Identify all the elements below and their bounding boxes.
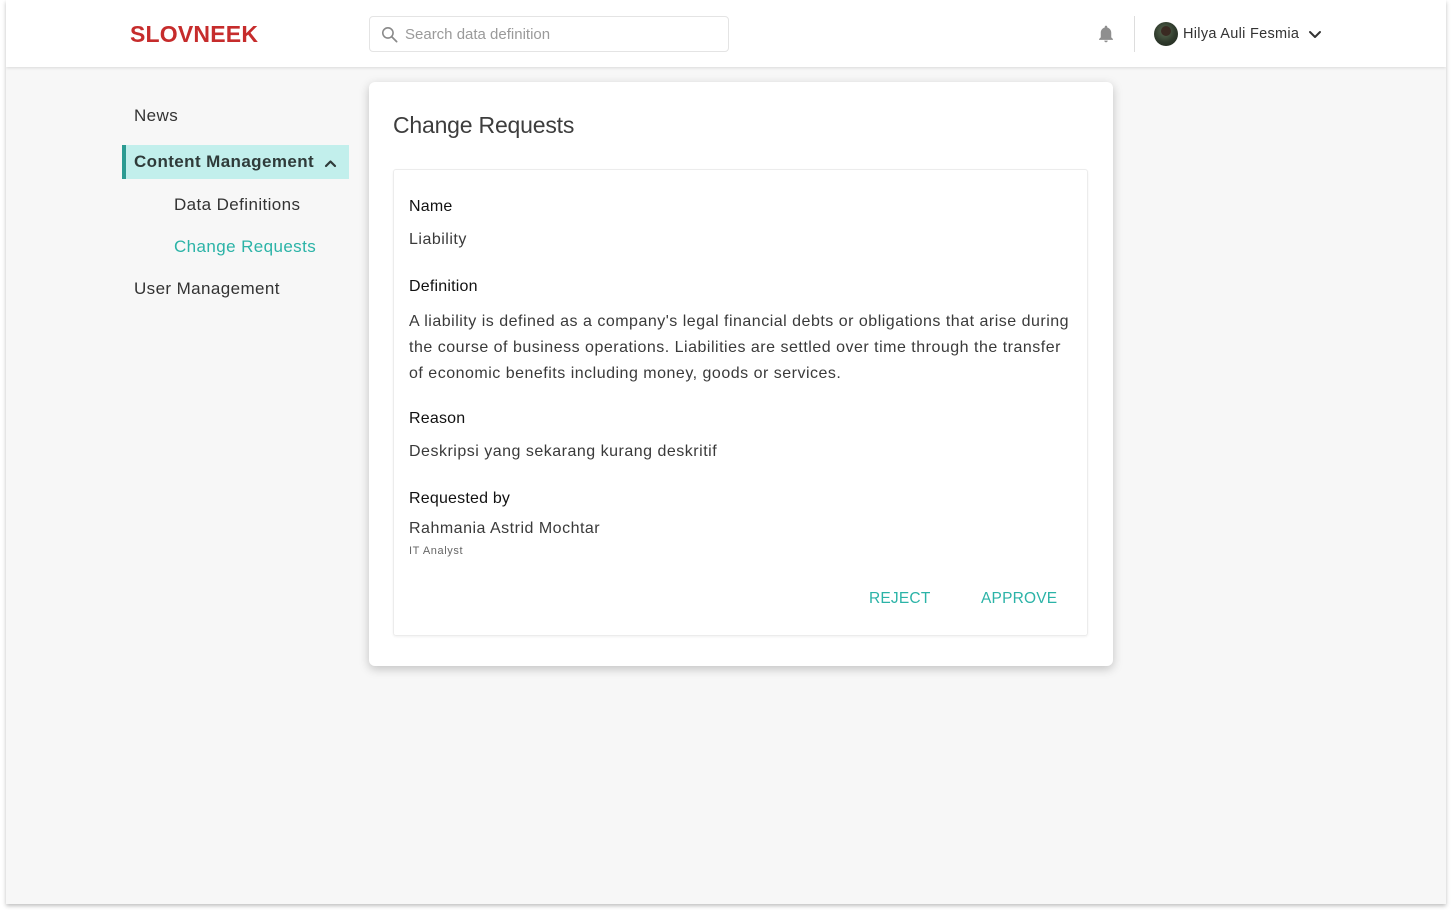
sidebar-item-content-management[interactable]: Content Management — [122, 145, 349, 179]
sidebar-item-change-requests[interactable]: Change Requests — [174, 237, 316, 257]
change-request-detail: Name Liability Definition A liability is… — [393, 169, 1088, 636]
definition-label: Definition — [409, 278, 478, 295]
name-value: Liability — [409, 231, 467, 248]
reason-label: Reason — [409, 410, 466, 427]
chevron-down-icon[interactable] — [1308, 30, 1322, 40]
app-window: SLOVNEEK Hilya Auli Fesmia News Content … — [6, 0, 1446, 904]
user-name: Hilya Auli Fesmia — [1183, 26, 1300, 42]
requested-by-role: IT Analyst — [409, 545, 464, 557]
avatar — [1154, 22, 1178, 46]
search-input[interactable] — [405, 25, 705, 43]
search-box[interactable] — [369, 16, 729, 52]
header-divider — [1134, 16, 1135, 52]
search-icon — [381, 26, 398, 42]
page-title: Change Requests — [393, 112, 575, 138]
sidebar-item-data-definitions[interactable]: Data Definitions — [174, 195, 300, 215]
bell-icon[interactable] — [1096, 24, 1116, 44]
reject-button[interactable]: REJECT — [869, 590, 930, 608]
approve-button[interactable]: APPROVE — [981, 590, 1057, 608]
definition-value: A liability is defined as a company's le… — [409, 313, 1070, 382]
sidebar-item-news[interactable]: News — [134, 106, 178, 126]
top-bar: SLOVNEEK Hilya Auli Fesmia — [6, 0, 1446, 67]
user-menu[interactable]: Hilya Auli Fesmia — [1154, 22, 1322, 46]
logo[interactable]: SLOVNEEK — [130, 21, 258, 48]
change-request-card: Change Requests Name Liability Definitio… — [369, 82, 1113, 666]
name-label: Name — [409, 198, 453, 215]
sidebar-item-user-management[interactable]: User Management — [134, 279, 280, 299]
requested-by-label: Requested by — [409, 490, 511, 507]
reason-value: Deskripsi yang sekarang kurang deskritif — [409, 443, 718, 460]
chevron-up-icon[interactable] — [324, 159, 337, 168]
sidebar-item-label: Content Management — [134, 152, 315, 171]
requested-by-name: Rahmania Astrid Mochtar — [409, 520, 601, 537]
